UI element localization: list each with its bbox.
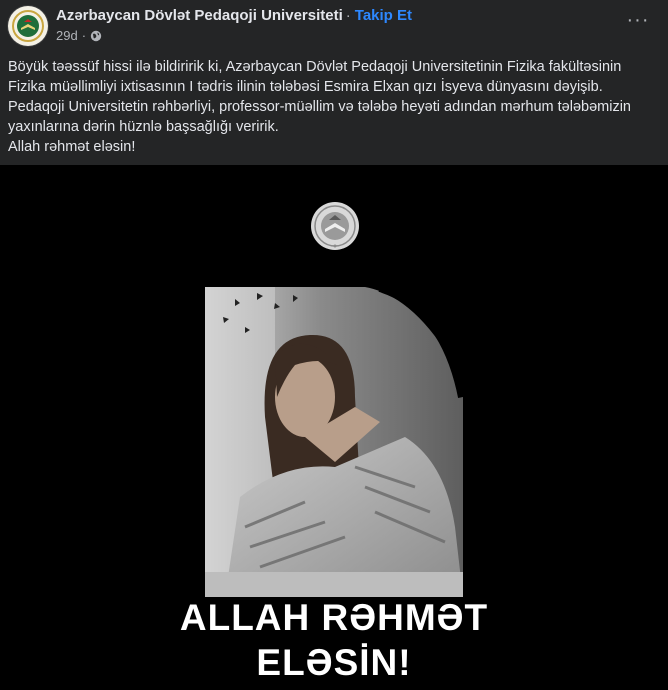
- mourning-caption-line-1: ALLAH RƏHMƏT: [179, 597, 489, 638]
- more-options-icon[interactable]: ···: [622, 8, 654, 32]
- page-name-row: Azərbaycan Dövlət Pedaqoji Universiteti ·…: [56, 7, 412, 24]
- post-text-line: Allah rəhmət eləsin!: [8, 139, 136, 155]
- post-image[interactable]: ALLAH RƏHMƏT ELƏSİN!: [0, 165, 668, 690]
- post-text: Böyük təəssüf hissi ilə bildiririk ki, A…: [8, 57, 658, 157]
- mourning-caption-line-2: ELƏSİN!: [256, 642, 412, 683]
- post-text-line: Pedaqoji Universitetin rəhbərliyi, profe…: [8, 99, 631, 115]
- post-text-line: Fizika müəllimliyi ixtisasının I tədris …: [8, 79, 603, 95]
- portrait-image: [205, 287, 463, 597]
- post-text-line: Böyük təəssüf hissi ilə bildiririk ki, A…: [8, 59, 622, 75]
- name-separator: ·: [345, 7, 351, 24]
- follow-button[interactable]: Takip Et: [355, 7, 412, 24]
- page-name-link[interactable]: Azərbaycan Dövlət Pedaqoji Universiteti: [56, 7, 343, 24]
- post-meta: 29d ·: [56, 28, 102, 43]
- meta-separator: ·: [81, 28, 87, 43]
- post-timestamp[interactable]: 29d: [56, 28, 78, 43]
- globe-icon: [90, 30, 102, 41]
- post-text-line: yaxınlarına dərin hüznlə başsağlığı veri…: [8, 119, 279, 135]
- university-emblem-icon: [311, 202, 359, 250]
- memorial-photo: [205, 287, 463, 597]
- page-avatar[interactable]: [8, 6, 48, 46]
- university-seal-icon: [9, 7, 47, 45]
- post-header: Azərbaycan Dövlət Pedaqoji Universiteti ·…: [0, 0, 668, 52]
